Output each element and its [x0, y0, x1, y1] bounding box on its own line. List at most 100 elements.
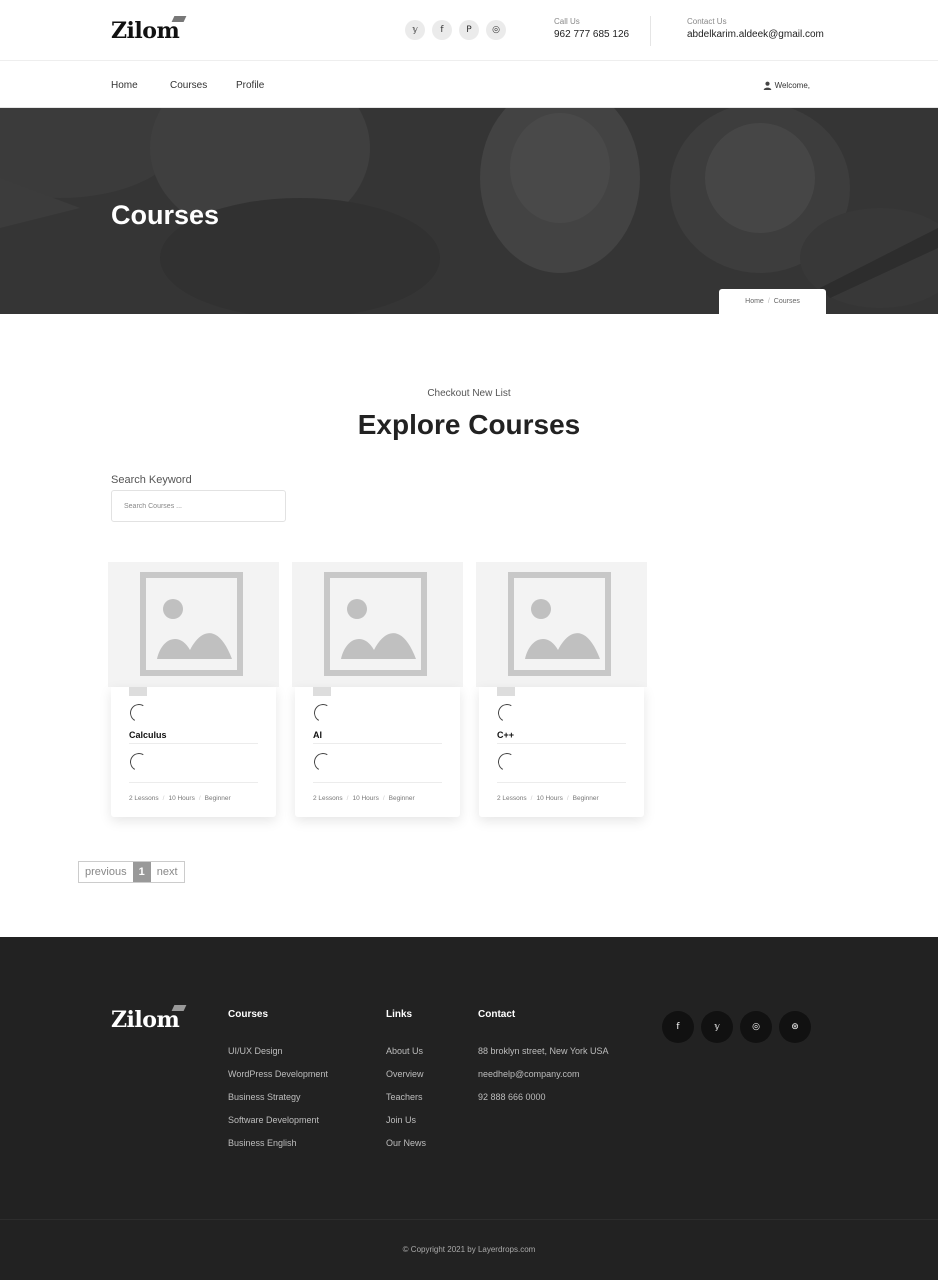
search-label: Search Keyword	[111, 474, 192, 486]
footer-courses-title: Courses	[228, 1009, 269, 1020]
twitter-icon[interactable]: 𝕪	[405, 20, 425, 40]
footer-link-join[interactable]: Join Us	[386, 1115, 416, 1125]
course-title[interactable]: C++	[497, 730, 514, 740]
divider	[313, 743, 442, 744]
meta-separator: /	[382, 795, 385, 802]
course-thumbnail	[108, 562, 279, 687]
footer-link-teachers[interactable]: Teachers	[386, 1092, 423, 1102]
course-lessons: 2 Lessons	[497, 795, 527, 802]
footer-logo[interactable]: Zilom	[111, 1005, 187, 1033]
course-lessons: 2 Lessons	[129, 795, 159, 802]
course-meta: 2 Lessons / 10 Hours / Beginner	[497, 795, 599, 802]
footer-email[interactable]: needhelp@company.com	[478, 1069, 580, 1079]
pagination: previous 1 next	[78, 861, 185, 883]
footer-link-overview[interactable]: Overview	[386, 1069, 424, 1079]
instagram-icon[interactable]: ◎	[740, 1011, 772, 1043]
meta-separator: /	[530, 795, 533, 802]
welcome-user[interactable]: Welcome,	[763, 81, 810, 90]
loading-spinner-icon	[127, 750, 151, 774]
graduation-cap-icon	[171, 1005, 187, 1011]
divider	[129, 782, 258, 783]
contact-us-label: Contact Us	[687, 17, 727, 26]
course-thumbnail	[476, 562, 647, 687]
user-icon	[763, 81, 771, 90]
section-title: Explore Courses	[357, 409, 581, 440]
site-logo[interactable]: Zilom	[111, 16, 187, 44]
image-placeholder-icon	[508, 572, 611, 676]
graduation-cap-icon	[171, 16, 187, 22]
instagram-icon[interactable]: ◎	[486, 20, 506, 40]
image-placeholder-icon	[140, 572, 243, 676]
footer-links-column: Links About Us Overview Teachers Join Us…	[386, 1009, 426, 1161]
footer-phone[interactable]: 92 888 666 0000	[478, 1092, 546, 1102]
loading-spinner-icon	[127, 701, 151, 725]
course-title[interactable]: Calculus	[129, 730, 167, 740]
breadcrumb-separator: /	[767, 298, 770, 305]
course-meta: 2 Lessons / 10 Hours / Beginner	[313, 795, 415, 802]
nav-item-profile[interactable]: Profile	[236, 80, 264, 91]
call-us-block: Call Us 962 777 685 126	[554, 17, 629, 40]
meta-separator: /	[198, 795, 201, 802]
contact-us-email[interactable]: abdelkarim.aldeek@gmail.com	[687, 29, 824, 40]
course-card[interactable]: Calculus 2 Lessons / 10 Hours / Beginner	[108, 562, 281, 817]
course-hours: 10 Hours	[536, 795, 563, 802]
header-divider	[650, 16, 651, 46]
contact-us-block: Contact Us abdelkarim.aldeek@gmail.com	[687, 17, 824, 40]
footer-course-link[interactable]: UI/UX Design	[228, 1046, 283, 1056]
footer-logo-text: Zilom	[111, 1007, 180, 1033]
course-lessons: 2 Lessons	[313, 795, 343, 802]
footer-course-link[interactable]: Business Strategy	[228, 1092, 301, 1102]
divider	[129, 743, 258, 744]
course-meta: 2 Lessons / 10 Hours / Beginner	[129, 795, 231, 802]
pagination-previous[interactable]: previous	[79, 862, 133, 882]
course-title[interactable]: AI	[313, 730, 322, 740]
course-category-tag	[497, 687, 515, 696]
top-header: Zilom 𝕪 f P ◎ Call Us 962 777 685 126 Co…	[0, 0, 938, 61]
footer-link-news[interactable]: Our News	[386, 1138, 426, 1148]
course-thumbnail	[292, 562, 463, 687]
page-hero: Courses Home / Courses	[0, 108, 938, 314]
header-social-links: 𝕪 f P ◎	[405, 20, 506, 40]
meta-separator: /	[566, 795, 569, 802]
breadcrumb-home[interactable]: Home	[745, 298, 764, 305]
site-footer: Zilom Courses UI/UX Design WordPress Dev…	[0, 937, 938, 1280]
image-placeholder-icon	[324, 572, 427, 676]
page-title: Courses	[111, 200, 220, 230]
course-hours: 10 Hours	[168, 795, 195, 802]
pagination-next[interactable]: next	[151, 862, 184, 882]
footer-course-link[interactable]: Business English	[228, 1138, 297, 1148]
nav-item-home[interactable]: Home	[111, 80, 138, 91]
footer-address: 88 broklyn street, New York USA	[478, 1046, 609, 1056]
footer-courses-column: Courses UI/UX Design WordPress Developme…	[228, 1009, 328, 1161]
course-card-body: Calculus 2 Lessons / 10 Hours / Beginner	[111, 687, 276, 817]
breadcrumb: Home / Courses	[719, 289, 826, 314]
footer-social-links: f 𝕪 ◎ ⊛	[662, 1011, 811, 1043]
course-card[interactable]: C++ 2 Lessons / 10 Hours / Beginner	[476, 562, 649, 817]
facebook-icon[interactable]: f	[662, 1011, 694, 1043]
footer-course-link[interactable]: WordPress Development	[228, 1069, 328, 1079]
twitter-icon[interactable]: 𝕪	[701, 1011, 733, 1043]
footer-bottom-bar: © Copyright 2021 by Layerdrops.com	[0, 1219, 938, 1280]
pinterest-icon[interactable]: P	[459, 20, 479, 40]
facebook-icon[interactable]: f	[432, 20, 452, 40]
pagination-page-current[interactable]: 1	[132, 862, 151, 882]
nav-item-courses[interactable]: Courses	[170, 80, 207, 91]
course-card[interactable]: AI 2 Lessons / 10 Hours / Beginner	[292, 562, 465, 817]
divider	[313, 782, 442, 783]
footer-link-about[interactable]: About Us	[386, 1046, 423, 1056]
loading-spinner-icon	[311, 701, 335, 725]
meta-separator: /	[162, 795, 165, 802]
course-category-tag	[129, 687, 147, 696]
call-us-phone[interactable]: 962 777 685 126	[554, 29, 629, 40]
course-card-body: C++ 2 Lessons / 10 Hours / Beginner	[479, 687, 644, 817]
dribbble-icon[interactable]: ⊛	[779, 1011, 811, 1043]
logo-text: Zilom	[111, 18, 180, 44]
loading-spinner-icon	[311, 750, 335, 774]
course-level: Beginner	[572, 795, 599, 802]
main-nav: Home Courses Profile Welcome,	[0, 61, 938, 108]
loading-spinner-icon	[495, 701, 519, 725]
search-input[interactable]	[111, 490, 286, 522]
copyright-text: © Copyright 2021 by Layerdrops.com	[402, 1245, 536, 1254]
footer-course-link[interactable]: Software Development	[228, 1115, 319, 1125]
course-category-tag	[313, 687, 331, 696]
